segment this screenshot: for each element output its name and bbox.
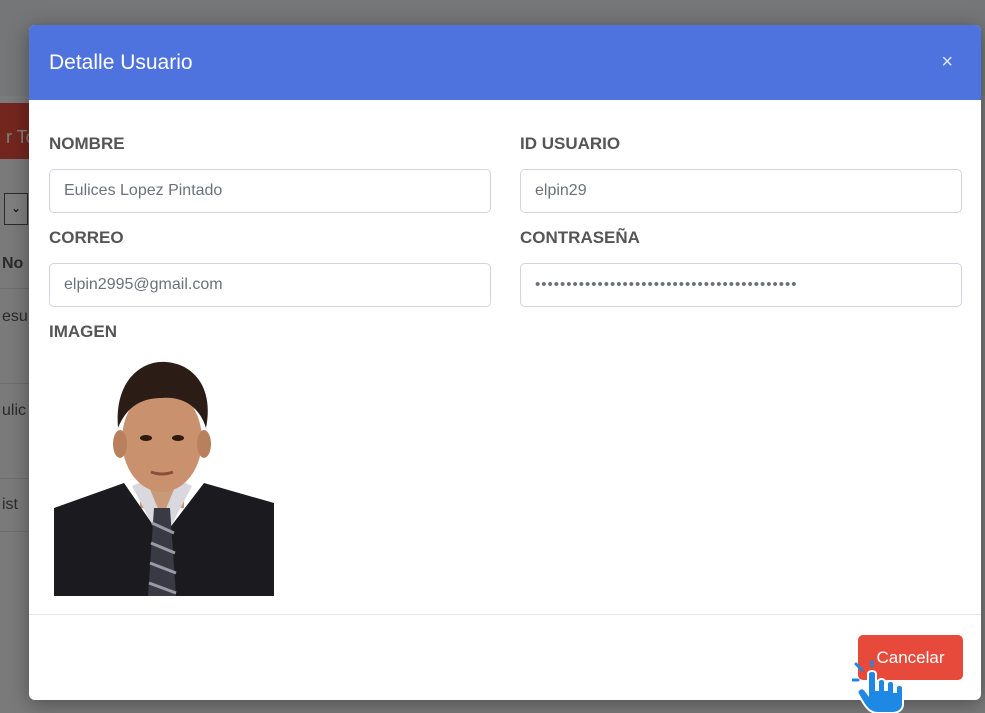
user-detail-modal: Detalle Usuario × NOMBRE ID USUARIO CORR…: [29, 25, 981, 700]
id-usuario-field[interactable]: [520, 169, 962, 213]
imagen-label: IMAGEN: [49, 322, 117, 341]
nombre-label: NOMBRE: [49, 134, 125, 153]
modal-header: Detalle Usuario ×: [29, 25, 981, 100]
user-photo: [54, 358, 274, 596]
modal-title: Detalle Usuario: [49, 50, 193, 74]
contrasena-label: CONTRASEÑA: [520, 228, 640, 247]
hand-pointer-icon: [852, 660, 904, 713]
contrasena-field[interactable]: ••••••••••••••••••••••••••••••••••••••••…: [520, 263, 962, 307]
modal-footer-divider: [29, 614, 981, 615]
close-icon[interactable]: ×: [933, 47, 961, 78]
correo-label: CORREO: [49, 228, 124, 247]
nombre-field[interactable]: [49, 169, 491, 213]
id-usuario-label: ID USUARIO: [520, 134, 621, 153]
password-value: ••••••••••••••••••••••••••••••••••••••••…: [535, 276, 798, 293]
correo-field[interactable]: [49, 263, 491, 307]
